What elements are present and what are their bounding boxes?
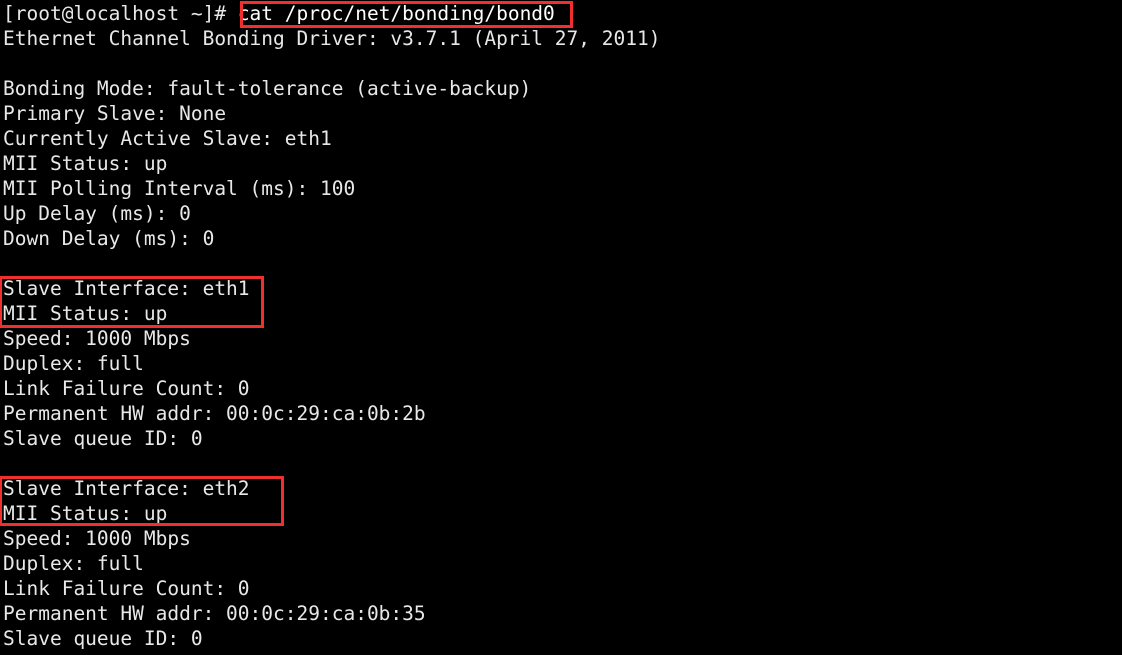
slave2-mii-status-line: MII Status: up [3,502,168,525]
slave2-link-failure-count-line: Link Failure Count: 0 [3,577,250,600]
bonding-mode-line: Bonding Mode: fault-tolerance (active-ba… [3,77,532,100]
slave2-duplex-line: Duplex: full [3,552,144,575]
mii-status-line: MII Status: up [3,152,168,175]
slave1-speed-line: Speed: 1000 Mbps [3,327,191,350]
shell-prompt: [root@localhost ~]# [3,2,227,25]
slave2-slave-queue-id-line: Slave queue ID: 0 [3,627,203,650]
slave2-permanent-hw-addr-line: Permanent HW addr: 00:0c:29:ca:0b:35 [3,602,426,625]
shell-command [226,2,238,25]
slave1-slave-queue-id-line: Slave queue ID: 0 [3,427,203,450]
terminal-window[interactable]: [root@localhost ~]# cat /proc/net/bondin… [0,0,1122,655]
slave1-duplex-line: Duplex: full [3,352,144,375]
slave1-mii-status-line: MII Status: up [3,302,168,325]
down-delay-line: Down Delay (ms): 0 [3,227,215,250]
slave1-permanent-hw-addr-line: Permanent HW addr: 00:0c:29:ca:0b:2b [3,402,426,425]
command-text: cat /proc/net/bonding/bond0 [237,2,555,25]
terminal-output: [root@localhost ~]# cat /proc/net/bondin… [3,1,1122,651]
prompt-line: [root@localhost ~]# cat /proc/net/bondin… [3,1,1122,26]
slave2-interface-line: Slave Interface: eth2 [3,477,250,500]
primary-slave-line: Primary Slave: None [3,102,227,125]
driver-version-line: Ethernet Channel Bonding Driver: v3.7.1 … [3,27,661,50]
slave1-interface-line: Slave Interface: eth1 [3,277,250,300]
slave2-speed-line: Speed: 1000 Mbps [3,527,191,550]
slave1-link-failure-count-line: Link Failure Count: 0 [3,377,250,400]
up-delay-line: Up Delay (ms): 0 [3,202,191,225]
mii-polling-interval-line: MII Polling Interval (ms): 100 [3,177,356,200]
currently-active-slave-line: Currently Active Slave: eth1 [3,127,332,150]
